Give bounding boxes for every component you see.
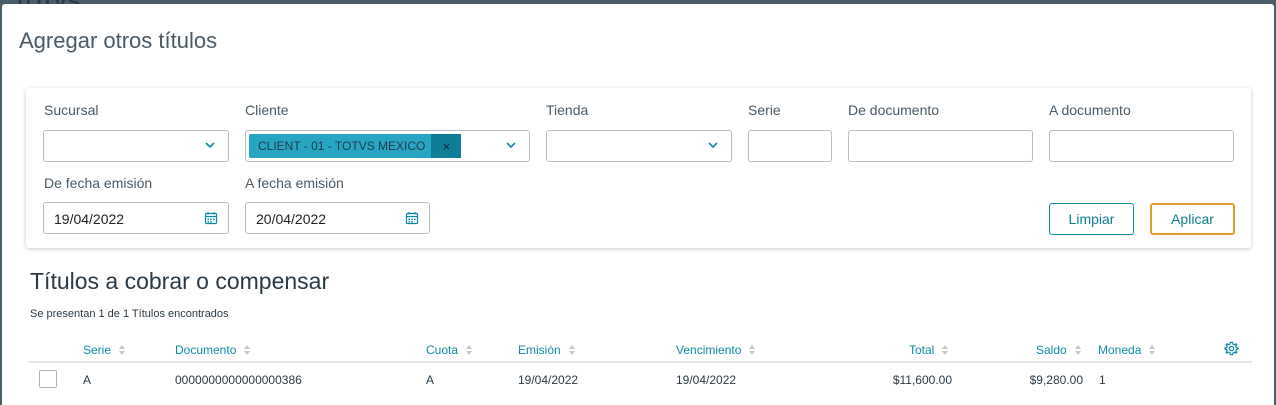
column-saldo[interactable]: Saldo xyxy=(1036,343,1082,357)
column-moneda-label: Moneda xyxy=(1098,343,1142,357)
cliente-chip: CLIENT - 01 - TOTVS MEXICO × xyxy=(249,134,462,158)
dialog-title: Agregar otros títulos xyxy=(19,28,218,53)
de-documento-label: De documento xyxy=(848,102,940,118)
sort-icon xyxy=(568,344,576,356)
filter-panel: Sucursal Cliente Tienda Serie De documen… xyxy=(26,88,1251,248)
de-documento-input[interactable] xyxy=(848,130,1033,162)
calendar-icon[interactable] xyxy=(405,211,419,225)
cell-saldo: $9,280.00 xyxy=(1029,373,1083,387)
tienda-select[interactable] xyxy=(546,130,732,162)
sort-icon xyxy=(244,344,251,356)
a-fecha-value: 20/04/2022 xyxy=(256,211,327,227)
column-serie-label: Serie xyxy=(83,343,112,357)
sort-icon xyxy=(749,344,756,356)
cell-cuota: A xyxy=(426,373,435,387)
sucursal-select[interactable] xyxy=(43,130,229,162)
a-documento-label: A documento xyxy=(1049,102,1131,118)
close-icon[interactable]: × xyxy=(431,134,462,158)
chevron-down-icon xyxy=(708,142,718,149)
table-header: Serie Documento Cuota Emisión Vencimient… xyxy=(28,338,1252,363)
cliente-label: Cliente xyxy=(245,102,289,118)
sort-icon xyxy=(1074,344,1082,356)
column-cuota-label: Cuota xyxy=(426,343,459,357)
sort-icon xyxy=(1149,344,1156,356)
cell-serie: A xyxy=(83,373,92,387)
chevron-down-icon xyxy=(506,142,516,149)
section-title: Títulos a cobrar o compensar xyxy=(30,268,330,294)
column-documento[interactable]: Documento xyxy=(175,343,251,357)
cell-emision: 19/04/2022 xyxy=(518,373,579,387)
cell-vencimiento: 19/04/2022 xyxy=(676,373,737,387)
sort-icon xyxy=(942,344,949,356)
clear-button[interactable]: Limpiar xyxy=(1049,203,1134,235)
column-emision[interactable]: Emisión xyxy=(518,343,576,357)
calendar-icon[interactable] xyxy=(204,211,218,225)
de-fecha-value: 19/04/2022 xyxy=(54,211,125,227)
column-vencimiento[interactable]: Vencimiento xyxy=(676,343,756,357)
row-checkbox[interactable] xyxy=(39,370,57,388)
column-vencimiento-label: Vencimiento xyxy=(676,343,742,357)
tienda-label: Tienda xyxy=(546,102,589,118)
column-documento-label: Documento xyxy=(175,343,237,357)
column-serie[interactable]: Serie xyxy=(83,343,126,357)
sort-icon xyxy=(466,344,473,356)
a-fecha-input[interactable]: 20/04/2022 xyxy=(245,202,430,234)
cell-documento: 0000000000000000386 xyxy=(175,373,302,387)
add-titles-dialog: Agregar otros títulos Sucursal Cliente T… xyxy=(2,4,1274,405)
a-fecha-label: A fecha emisión xyxy=(245,175,344,191)
column-cuota[interactable]: Cuota xyxy=(426,343,473,357)
sucursal-label: Sucursal xyxy=(44,102,99,118)
serie-label: Serie xyxy=(748,102,781,118)
de-fecha-label: De fecha emisión xyxy=(44,175,153,191)
de-fecha-input[interactable]: 19/04/2022 xyxy=(43,202,229,234)
column-total[interactable]: Total xyxy=(909,343,949,357)
serie-input[interactable] xyxy=(748,130,832,162)
apply-button[interactable]: Aplicar xyxy=(1150,203,1235,235)
column-moneda[interactable]: Moneda xyxy=(1098,343,1156,357)
column-total-label: Total xyxy=(909,343,935,357)
column-saldo-label: Saldo xyxy=(1036,343,1067,357)
cliente-chip-label: CLIENT - 01 - TOTVS MEXICO xyxy=(258,139,426,153)
chevron-down-icon xyxy=(205,142,215,149)
table-row[interactable]: A 0000000000000000386 A 19/04/2022 19/04… xyxy=(28,365,1252,395)
cell-total: $11,600.00 xyxy=(892,373,952,387)
cell-moneda: 1 xyxy=(1099,373,1106,387)
column-emision-label: Emisión xyxy=(518,343,561,357)
gear-icon[interactable] xyxy=(1224,341,1239,356)
results-count: Se presentan 1 de 1 Títulos encontrados xyxy=(30,308,229,320)
cliente-select[interactable]: CLIENT - 01 - TOTVS MEXICO × xyxy=(245,130,530,162)
sort-icon xyxy=(119,344,126,356)
a-documento-input[interactable] xyxy=(1049,130,1234,162)
